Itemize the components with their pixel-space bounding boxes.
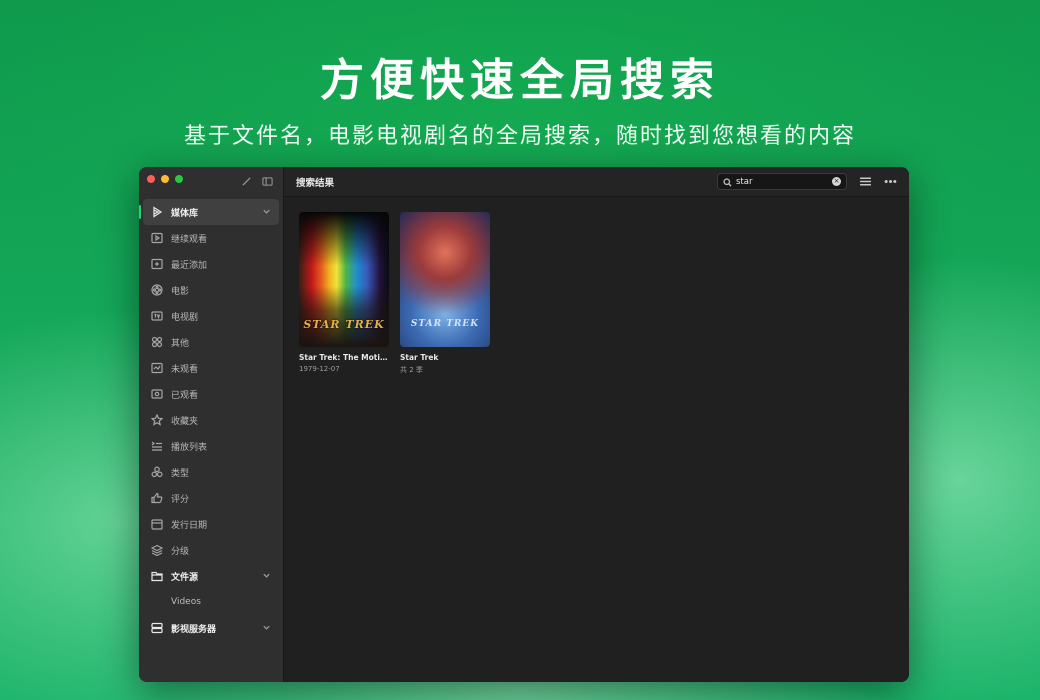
result-title: Star Trek: [400, 353, 439, 362]
sidebar-item-ratings[interactable]: 评分: [143, 485, 279, 511]
sidebar-header-media-servers[interactable]: 影视服务器: [143, 615, 279, 641]
search-box[interactable]: ×: [717, 173, 847, 190]
main-content: 搜索结果 × STAR TREK Star Trek: The Motion..…: [284, 167, 909, 682]
sidebar-nav: 媒体库 继续观看 最近添加 电影 电视剧 其他 未观看 已观看 收藏夹 播放列表…: [139, 199, 279, 641]
poster-logo-text: STAR TREK: [410, 319, 480, 329]
search-results-grid: STAR TREK Star Trek: The Motion... 1979-…: [299, 212, 490, 375]
sidebar-item-label: 类型: [171, 468, 190, 479]
sidebar-item-videos[interactable]: Videos: [143, 589, 279, 615]
sidebar-item-label: 发行日期: [171, 520, 208, 531]
sidebar-tools: [241, 176, 273, 190]
sidebar-item-release-date[interactable]: 发行日期: [143, 511, 279, 537]
film-reel-icon: [151, 284, 163, 296]
calendar-icon: [151, 518, 163, 530]
playlist-icon: [151, 440, 163, 452]
sidebar-item-label: 分级: [171, 546, 190, 557]
sidebar-item-label: 收藏夹: [171, 416, 199, 427]
sidebar-header-file-sources[interactable]: 文件源: [143, 563, 279, 589]
sidebar-header-label: 媒体库: [171, 208, 199, 219]
sidebar-item-label: 未观看: [171, 364, 199, 375]
sidebar-item-continue-watching[interactable]: 继续观看: [143, 225, 279, 251]
minimize-window-button[interactable]: [161, 175, 169, 183]
sidebar-header-label: 文件源: [171, 572, 199, 583]
sidebar-header-label: 影视服务器: [171, 624, 217, 635]
poster-image[interactable]: STAR TREK: [299, 212, 389, 347]
result-title: Star Trek: The Motion...: [299, 353, 389, 362]
search-icon: [723, 172, 732, 191]
tv-icon: [151, 310, 163, 322]
page-title: 搜索结果: [296, 177, 335, 189]
play-square-icon: [151, 232, 163, 244]
sidebar-item-label: 已观看: [171, 390, 199, 401]
sidebar-item-unwatched[interactable]: 未观看: [143, 355, 279, 381]
folder-icon: [151, 570, 163, 582]
play-outline-icon: [151, 206, 163, 218]
sidebar-item-other[interactable]: 其他: [143, 329, 279, 355]
result-subtitle: 1979-12-07: [299, 365, 340, 373]
sidebar-toggle-icon[interactable]: [262, 176, 273, 190]
edit-icon[interactable]: [241, 176, 252, 190]
sidebar-item-label: 最近添加: [171, 260, 208, 271]
sidebar-item-label: 电视剧: [171, 312, 199, 323]
window-controls: [147, 175, 183, 183]
plus-square-icon: [151, 258, 163, 270]
chevron-down-icon[interactable]: [262, 571, 271, 580]
chevron-down-icon[interactable]: [262, 623, 271, 632]
sidebar-item-playlists[interactable]: 播放列表: [143, 433, 279, 459]
unwatched-icon: [151, 362, 163, 374]
hero-title: 方便快速全局搜索: [320, 55, 720, 106]
server-icon: [151, 622, 163, 634]
star-icon: [151, 414, 163, 426]
sidebar: 媒体库 继续观看 最近添加 电影 电视剧 其他 未观看 已观看 收藏夹 播放列表…: [139, 167, 284, 682]
sidebar-item-genres[interactable]: 类型: [143, 459, 279, 485]
sidebar-item-favorites[interactable]: 收藏夹: [143, 407, 279, 433]
sidebar-item-tv-shows[interactable]: 电视剧: [143, 303, 279, 329]
toolbar: 搜索结果 ×: [284, 167, 909, 197]
sidebar-item-label: 其他: [171, 338, 190, 349]
genre-icon: [151, 466, 163, 478]
sidebar-header-library[interactable]: 媒体库: [139, 199, 279, 225]
thumbs-up-icon: [151, 492, 163, 504]
result-card[interactable]: STAR TREK Star Trek 共 2 季: [400, 212, 490, 375]
sidebar-item-label: Videos: [171, 597, 201, 607]
poster-image[interactable]: STAR TREK: [400, 212, 490, 347]
result-subtitle: 共 2 季: [400, 366, 423, 374]
sidebar-item-label: 继续观看: [171, 234, 208, 245]
grid-icon: [151, 336, 163, 348]
chevron-down-icon[interactable]: [262, 207, 271, 216]
zoom-window-button[interactable]: [175, 175, 183, 183]
active-indicator: [139, 205, 141, 219]
app-window: 媒体库 继续观看 最近添加 电影 电视剧 其他 未观看 已观看 收藏夹 播放列表…: [139, 167, 909, 682]
list-view-icon[interactable]: [859, 175, 872, 188]
sidebar-item-label: 播放列表: [171, 442, 208, 453]
more-options-icon[interactable]: [884, 175, 897, 188]
poster-logo-text: STAR TREK: [303, 318, 385, 331]
close-window-button[interactable]: [147, 175, 155, 183]
sidebar-item-content-rating[interactable]: 分级: [143, 537, 279, 563]
result-card[interactable]: STAR TREK Star Trek: The Motion... 1979-…: [299, 212, 389, 375]
eye-icon: [151, 388, 163, 400]
sidebar-item-label: 电影: [171, 286, 190, 297]
layers-icon: [151, 544, 163, 556]
clear-search-icon[interactable]: ×: [832, 177, 841, 186]
sidebar-item-label: 评分: [171, 494, 190, 505]
hero-subtitle: 基于文件名，电影电视剧名的全局搜索，随时找到您想看的内容: [183, 124, 856, 149]
sidebar-item-recently-added[interactable]: 最近添加: [143, 251, 279, 277]
search-input[interactable]: [736, 176, 826, 187]
sidebar-item-movies[interactable]: 电影: [143, 277, 279, 303]
sidebar-item-watched[interactable]: 已观看: [143, 381, 279, 407]
